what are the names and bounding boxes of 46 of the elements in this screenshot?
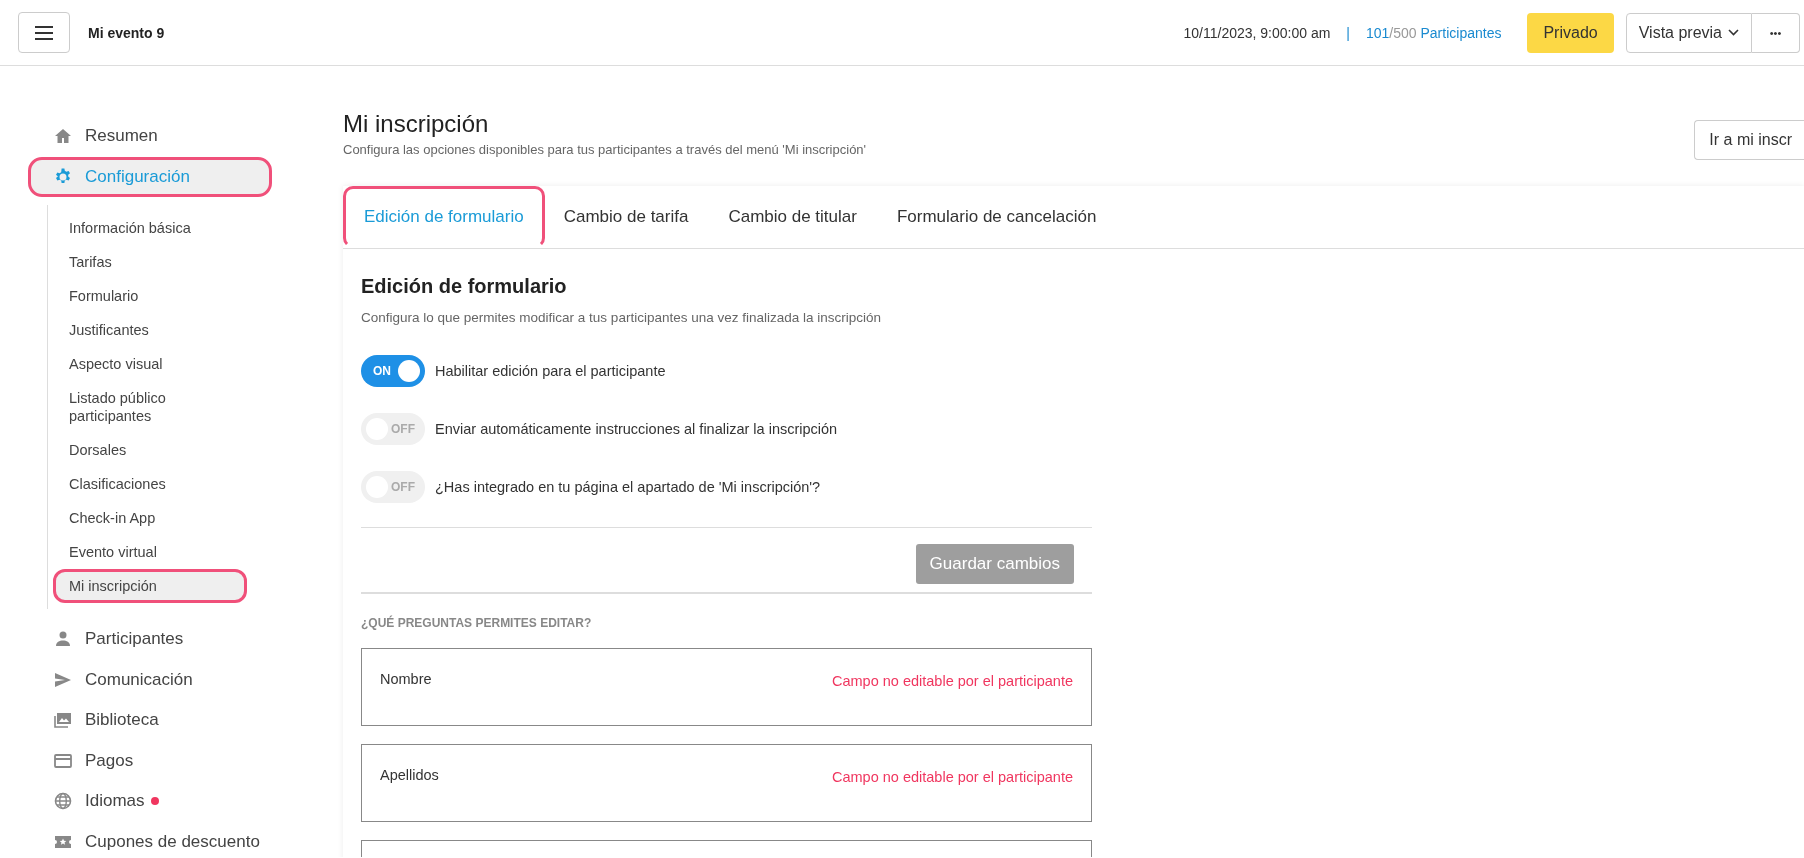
section-description: Configura lo que permites modificar a tus participantes una vez finalizada la inscripción (361, 310, 883, 325)
question-status: Campo no editable por el participante (832, 769, 1073, 787)
menu-icon (35, 25, 53, 40)
sidebar-subitem[interactable]: Justificantes (53, 313, 232, 347)
sidebar-subitem[interactable]: Clasificaciones (53, 467, 232, 501)
tab[interactable]: Cambio de tarifa (542, 186, 710, 248)
sidebar-item[interactable]: Biblioteca (28, 700, 272, 741)
toggle-label: Enviar automáticamente instrucciones al finalizar la inscripción (435, 421, 838, 437)
globe-icon (53, 791, 73, 812)
sidebar-subitem[interactable]: Evento virtual (53, 535, 232, 569)
event-date: 10/11/2023, 9:00:00 am (1183, 24, 1331, 41)
sidebar-item[interactable]: Pagos (28, 740, 272, 781)
sidebar-subitem[interactable]: Tarifas (53, 245, 232, 279)
questions-heading: ¿QUÉ PREGUNTAS PERMITES EDITAR? (361, 616, 593, 630)
chevron-down-icon (1728, 29, 1739, 36)
sidebar-subitem[interactable]: Mi inscripción (53, 569, 247, 603)
privacy-button[interactable]: Privado (1527, 12, 1614, 53)
page-title: Mi inscripción (343, 110, 490, 138)
sidebar-subitem[interactable]: Formulario (53, 279, 232, 313)
question-status: Campo no editable por el participante (832, 673, 1073, 691)
question-name: Nombre (380, 671, 432, 689)
images-icon (53, 710, 73, 731)
go-to-registration-button[interactable]: Ir a mi inscr (1694, 120, 1804, 160)
sidebar-item[interactable]: Cupones de descuento (28, 821, 272, 857)
preview-button[interactable]: Vista previa (1625, 12, 1752, 53)
question-name: Apellidos (380, 767, 439, 785)
event-title: Mi evento 9 (88, 24, 165, 41)
sidebar-subitem[interactable]: Check-in App (53, 501, 232, 535)
more-button[interactable]: ••• (1752, 12, 1800, 53)
toggle-label: Habilitar edición para el participante (435, 363, 666, 379)
separator: | (1346, 24, 1350, 41)
sidebar-subitem[interactable]: Listado público participantes (53, 381, 232, 433)
sidebar-subitem[interactable]: Aspecto visual (53, 347, 232, 381)
page-subtitle: Configura las opciones disponibles para tus participantes a través del menú 'Mi inscripción' (343, 142, 867, 157)
toggle-label: ¿Has integrado en tu página el apartado de 'Mi inscripción'? (435, 479, 821, 495)
tab[interactable]: Formulario de cancelación (875, 186, 1118, 248)
sidebar-subitem[interactable]: Dorsales (53, 433, 232, 467)
sidebar-item[interactable]: Participantes (28, 619, 272, 660)
menu-button[interactable] (18, 12, 70, 53)
participants-link[interactable]: 101/500 Participantes (1366, 24, 1502, 41)
section-title: Edición de formulario (361, 275, 568, 298)
sidebar-item[interactable]: Comunicación (28, 659, 272, 700)
sidebar-item[interactable]: Idiomas (28, 781, 272, 822)
sidebar-subitem[interactable]: Información básica (53, 211, 232, 245)
tab[interactable]: Cambio de titular (707, 186, 878, 248)
sidebar-item[interactable]: Resumen (28, 116, 272, 157)
